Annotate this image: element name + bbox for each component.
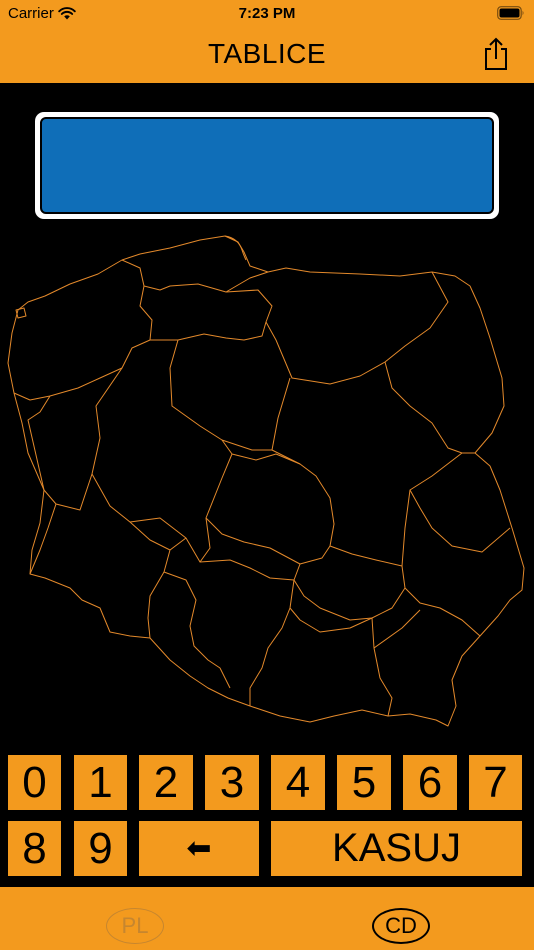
backspace-arrow-icon: ⬅	[186, 832, 212, 865]
battery-icon	[497, 6, 524, 20]
key-7[interactable]: 7	[469, 755, 522, 810]
key-9[interactable]: 9	[74, 821, 127, 876]
border-podkarpackie	[373, 609, 421, 649]
border-wielkopolskie	[91, 367, 233, 563]
map-outline	[7, 235, 525, 727]
bottom-bar	[0, 887, 534, 950]
border-dolnoslaskie	[29, 503, 187, 639]
border-mazowieckie	[271, 449, 463, 567]
key-1[interactable]: 1	[74, 755, 127, 810]
key-6[interactable]: 6	[403, 755, 457, 810]
border-warminsko	[265, 271, 449, 385]
border-podlaskie	[384, 361, 475, 454]
key-4[interactable]: 4	[271, 755, 325, 810]
key-8[interactable]: 8	[8, 821, 61, 876]
share-icon[interactable]	[482, 37, 510, 71]
border-zachodniopomorskie	[13, 259, 153, 401]
key-2[interactable]: 2	[139, 755, 193, 810]
plate-text	[40, 117, 494, 214]
status-bar: Carrier 7:23 PM	[0, 0, 534, 30]
border-lubuskie	[27, 395, 93, 511]
border-pomorskie	[143, 271, 273, 341]
poland-voivodeship-map[interactable]	[0, 228, 534, 740]
page-title: TABLICE	[207, 38, 327, 69]
pl-badge-button[interactable]: PL	[106, 908, 164, 944]
backspace-button[interactable]: ⬅	[139, 821, 259, 876]
license-plate	[35, 112, 499, 219]
key-3[interactable]: 3	[205, 755, 259, 810]
border-kujawsko	[169, 339, 291, 451]
border-opolskie	[163, 571, 231, 689]
key-0[interactable]: 0	[8, 755, 61, 810]
border-swietokrzyskie	[293, 565, 406, 621]
border-lubelskie	[404, 489, 511, 637]
border-slaskie	[199, 559, 301, 706]
cd-badge-button[interactable]: CD	[372, 908, 430, 944]
key-5[interactable]: 5	[337, 755, 391, 810]
border-malopolskie	[289, 607, 393, 717]
clock: 7:23 PM	[238, 5, 296, 22]
top-bar: Carrier 7:23 PM TABLICE	[0, 0, 534, 83]
clear-button[interactable]: KASUJ	[271, 821, 522, 876]
